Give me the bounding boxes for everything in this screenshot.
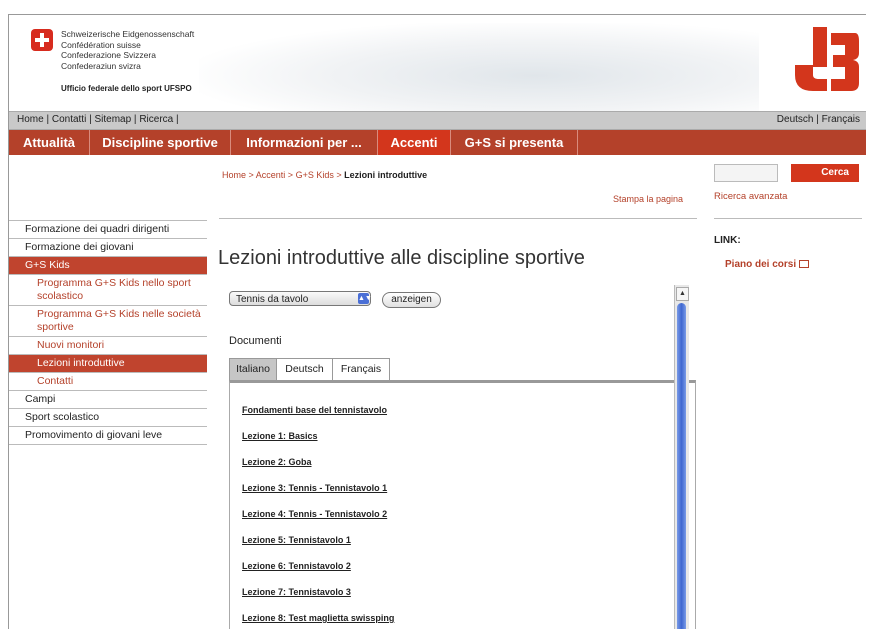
scroll-thumb[interactable] xyxy=(677,303,686,629)
advanced-search-link[interactable]: Ricerca avanzata xyxy=(714,191,787,202)
language-switcher: Deutsch | Français xyxy=(776,114,860,125)
nav-tab-attualita[interactable]: Attualità xyxy=(9,130,90,155)
sidebar-item-lezioni[interactable]: Lezioni introduttive xyxy=(9,354,207,372)
breadcrumb-accenti[interactable]: Accenti xyxy=(256,170,286,180)
confederation-line: Confederazione Svizzera xyxy=(61,50,156,60)
page-title: Lezioni introduttive alle discipline spo… xyxy=(218,247,585,269)
confederation-names: Schweizerische Eidgenossenschaft Confédé… xyxy=(61,29,194,71)
sidebar-item-gs-kids[interactable]: G+S Kids xyxy=(9,256,207,274)
sitemap-link[interactable]: Sitemap xyxy=(94,114,131,125)
print-page-link[interactable]: Stampa la pagina xyxy=(613,194,683,204)
utility-nav-left: Home | Contatti | Sitemap | Ricerca | xyxy=(17,114,179,125)
swiss-cross-icon xyxy=(31,29,53,51)
sidebar-item-quadri[interactable]: Formazione dei quadri dirigenti xyxy=(9,220,207,238)
main-nav: Attualità Discipline sportive Informazio… xyxy=(9,130,866,155)
header-background-image xyxy=(199,23,759,111)
discipline-select-value: Tennis da tavolo xyxy=(236,294,309,305)
documents-panel: Fondamenti base del tennistavolo Lezione… xyxy=(229,380,696,629)
office-name: Ufficio federale dello sport UFSPO xyxy=(61,84,192,93)
nav-tab-discipline[interactable]: Discipline sportive xyxy=(90,130,231,155)
browser-page: Schweizerische Eidgenossenschaft Confédé… xyxy=(8,14,866,629)
document-link[interactable]: Lezione 1: Basics xyxy=(242,431,318,441)
breadcrumb-home[interactable]: Home xyxy=(222,170,246,180)
confederation-line: Confédération suisse xyxy=(61,39,141,50)
divider xyxy=(219,218,697,219)
js-logo-icon xyxy=(795,27,859,91)
document-link[interactable]: Lezione 7: Tennistavolo 3 xyxy=(242,587,351,597)
document-link[interactable]: Lezione 8: Test maglietta swissping xyxy=(242,613,394,623)
lang-de-link[interactable]: Deutsch xyxy=(777,114,814,125)
search-button[interactable]: Cerca xyxy=(791,164,859,182)
document-link[interactable]: Lezione 5: Tennistavolo 1 xyxy=(242,535,351,545)
home-link[interactable]: Home xyxy=(17,114,44,125)
tab-deutsch[interactable]: Deutsch xyxy=(276,358,333,380)
discipline-select[interactable]: Tennis da tavolo ▲▼ xyxy=(229,291,372,306)
utility-nav: Home | Contatti | Sitemap | Ricerca | De… xyxy=(9,111,866,130)
documents-heading: Documenti xyxy=(229,335,282,347)
select-arrows-icon: ▲▼ xyxy=(358,293,372,304)
document-link[interactable]: Lezione 2: Goba xyxy=(242,457,312,467)
search-link[interactable]: Ricerca xyxy=(139,114,173,125)
document-link[interactable]: Lezione 4: Tennis - Tennistavolo 2 xyxy=(242,509,387,519)
contact-link[interactable]: Contatti xyxy=(52,114,86,125)
site-header: Schweizerische Eidgenossenschaft Confédé… xyxy=(9,15,866,111)
nav-tab-informazioni[interactable]: Informazioni per ... xyxy=(231,130,378,155)
confederation-line: Confederaziun svizra xyxy=(61,60,141,71)
sidebar-item-scolastico[interactable]: Programma G+S Kids nello sport scolastic… xyxy=(9,274,207,305)
nav-tab-accenti[interactable]: Accenti xyxy=(378,130,451,155)
sidebar-item-monitori[interactable]: Nuovi monitori xyxy=(9,336,207,354)
sidebar-nav: Formazione dei quadri dirigenti Formazio… xyxy=(9,220,207,445)
breadcrumb-current: Lezioni introduttive xyxy=(344,170,428,180)
sidebar-item-societa[interactable]: Programma G+S Kids nelle società sportiv… xyxy=(9,305,207,336)
nav-tab-gs-presenta[interactable]: G+S si presenta xyxy=(451,130,578,155)
scroll-up-icon[interactable]: ▲ xyxy=(676,287,689,301)
document-link[interactable]: Fondamenti base del tennistavolo xyxy=(242,405,387,415)
document-link[interactable]: Lezione 6: Tennistavolo 2 xyxy=(242,561,351,571)
confederation-line: Schweizerische Eidgenossenschaft xyxy=(61,29,195,39)
links-heading: LINK: xyxy=(714,235,741,246)
content-scrollbar[interactable]: ▲ xyxy=(674,285,689,629)
sidebar-item-giovani[interactable]: Formazione dei giovani xyxy=(9,238,207,256)
show-button[interactable]: anzeigen xyxy=(382,292,441,308)
document-link[interactable]: Lezione 3: Tennis - Tennistavolo 1 xyxy=(242,483,387,493)
sidebar-item-contatti[interactable]: Contatti xyxy=(9,372,207,390)
search-input[interactable] xyxy=(714,164,778,182)
tab-italiano[interactable]: Italiano xyxy=(229,358,277,380)
lang-fr-link[interactable]: Français xyxy=(822,114,860,125)
breadcrumb: Home > Accenti > G+S Kids > Lezioni intr… xyxy=(222,170,428,180)
course-plan-label: Piano dei corsi xyxy=(725,259,797,270)
breadcrumb-kids[interactable]: G+S Kids xyxy=(296,170,334,180)
sidebar-item-sport-scolastico[interactable]: Sport scolastico xyxy=(9,408,207,426)
tab-francais[interactable]: Français xyxy=(332,358,390,380)
divider xyxy=(714,218,862,219)
external-link-icon xyxy=(799,260,810,269)
course-plan-link[interactable]: Piano dei corsi xyxy=(725,259,810,270)
sidebar-item-campi[interactable]: Campi xyxy=(9,390,207,408)
sidebar-item-promovimento[interactable]: Promovimento di giovani leve xyxy=(9,426,207,445)
